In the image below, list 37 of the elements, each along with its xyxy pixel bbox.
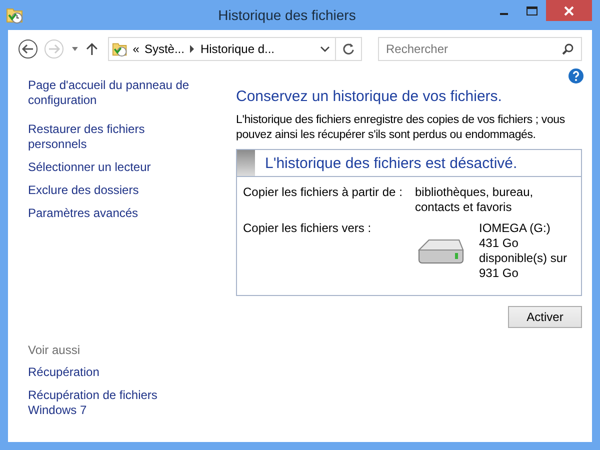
- search-field[interactable]: Rechercher: [378, 37, 582, 61]
- back-button[interactable]: [18, 39, 38, 59]
- history-icon: [112, 41, 128, 57]
- sidebar-link[interactable]: Page d'accueil du panneau de configuration: [28, 78, 198, 108]
- see-also-heading: Voir aussi: [28, 343, 82, 357]
- close-icon: [564, 6, 574, 16]
- maximize-icon: [526, 6, 538, 16]
- up-arrow-icon[interactable]: [86, 42, 98, 56]
- refresh-icon: [342, 42, 355, 56]
- sidebar-link[interactable]: Sélectionner un lecteur: [28, 160, 198, 175]
- page-heading: Conservez un historique de vos fichiers.: [236, 88, 503, 105]
- history-icon: [6, 6, 24, 24]
- activate-button[interactable]: Activer: [508, 306, 582, 328]
- sidebar-link[interactable]: Paramètres avancés: [28, 206, 198, 221]
- drive-name: IOMEGA (G:): [479, 221, 552, 236]
- breadcrumb-item[interactable]: «: [132, 42, 140, 56]
- breadcrumb-item[interactable]: Historique d...: [200, 42, 275, 56]
- sidebar-link[interactable]: Récupération de fichiers Windows 7: [28, 388, 198, 418]
- address-bar[interactable]: « Systè... Historique d...: [108, 37, 362, 61]
- close-button[interactable]: [546, 0, 592, 21]
- sidebar-link[interactable]: Exclure des dossiers: [28, 183, 198, 198]
- field-label: Copier les fichiers vers :: [243, 221, 372, 237]
- drive-space: 431 Go disponible(s) sur 931 Go: [479, 236, 568, 281]
- dropdown-icon[interactable]: [320, 45, 330, 53]
- dropdown-icon[interactable]: [70, 45, 80, 53]
- description-text: L'historique des fichiers enregistre des copies de vos fichiers ; vous pouvez ainsi les récupérer s'ils sont perdus ou endommagés.: [236, 113, 566, 143]
- field-value: bibliothèques, bureau, contacts et favoris: [415, 185, 534, 215]
- sidebar-link[interactable]: Restaurer des fichiers personnels: [28, 122, 198, 152]
- sidebar-link[interactable]: Récupération: [28, 365, 198, 380]
- window-title: Historique des fichiers: [217, 7, 357, 23]
- breadcrumb-item[interactable]: Systè...: [144, 42, 184, 56]
- help-icon[interactable]: [568, 68, 584, 84]
- search-icon[interactable]: [562, 43, 574, 55]
- status-title: L'historique des fichiers est désactivé.: [265, 154, 518, 172]
- chevron-icon: [189, 45, 196, 53]
- field-label: Copier les fichiers à partir de :: [243, 185, 404, 201]
- minimize-icon: [500, 12, 508, 14]
